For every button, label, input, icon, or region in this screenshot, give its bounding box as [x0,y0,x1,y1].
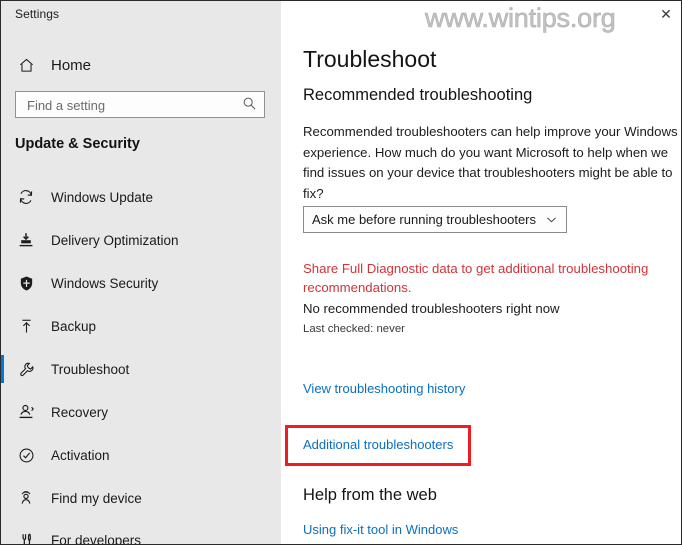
sidebar-item-label: Delivery Optimization [51,232,179,248]
additional-troubleshooters-link[interactable]: Additional troubleshooters [303,437,453,452]
sidebar-item-label: Windows Security [51,275,159,291]
page-title: Troubleshoot [303,46,437,72]
sidebar-item-troubleshoot[interactable]: Troubleshoot [1,351,281,387]
sidebar-item-label: For developers [51,532,142,545]
settings-window: Settings Home Update & Security [0,0,682,545]
wrench-icon [15,358,37,380]
sidebar-item-label: Windows Update [51,189,154,205]
search-icon [242,96,257,116]
sidebar-item-label: Troubleshoot [51,361,130,377]
sidebar-item-label: Backup [51,318,97,334]
settings-app-title: Settings [15,7,60,21]
sidebar: Settings Home Update & Security [1,1,281,545]
sidebar-item-windows-update[interactable]: Windows Update [1,179,281,215]
sidebar-item-home[interactable]: Home [1,47,281,83]
developer-tools-icon [15,529,37,544]
using-fixit-tool-link[interactable]: Using fix-it tool in Windows [303,522,458,537]
upload-arrow-icon [15,315,37,337]
sidebar-item-find-my-device[interactable]: Find my device [1,480,281,516]
sidebar-item-home-label: Home [51,56,92,74]
sidebar-item-windows-security[interactable]: Windows Security [1,265,281,301]
sidebar-item-recovery[interactable]: Recovery [1,394,281,430]
selection-accent-bar [1,355,4,383]
help-from-the-web-heading: Help from the web [303,486,437,504]
find-device-icon [15,487,37,509]
close-icon[interactable]: ✕ [653,3,679,25]
sidebar-item-label: Find my device [51,490,142,506]
check-circle-icon [15,444,37,466]
recommended-troubleshooting-dropdown[interactable]: Ask me before running troubleshooters [303,206,567,233]
sidebar-section-header: Update & Security [15,136,140,152]
view-troubleshooting-history-link[interactable]: View troubleshooting history [303,381,465,396]
sidebar-item-for-developers[interactable]: For developers [1,522,281,545]
dropdown-selected-value: Ask me before running troubleshooters [312,212,537,227]
no-recommended-troubleshooters-text: No recommended troubleshooters right now [303,301,560,316]
share-diagnostic-data-link[interactable]: Share Full Diagnostic data to get additi… [303,259,675,297]
recommended-troubleshooting-description: Recommended troubleshooters can help imp… [303,124,678,201]
sidebar-item-backup[interactable]: Backup [1,308,281,344]
chevron-down-icon [545,213,558,226]
recommended-troubleshooting-heading: Recommended troubleshooting [303,86,533,104]
recovery-icon [15,401,37,423]
sidebar-item-label: Activation [51,447,110,463]
search-box[interactable] [15,91,265,119]
sidebar-item-label: Recovery [51,404,109,420]
sync-icon [15,186,37,208]
last-checked-text: Last checked: never [303,323,405,335]
shield-icon [15,272,37,294]
sidebar-item-delivery-optimization[interactable]: Delivery Optimization [1,222,281,258]
main-content: Troubleshoot Recommended troubleshooting… [281,1,681,544]
sidebar-item-activation[interactable]: Activation [1,437,281,473]
home-icon [15,54,37,76]
search-input[interactable] [25,92,239,119]
delivery-icon [15,229,37,251]
